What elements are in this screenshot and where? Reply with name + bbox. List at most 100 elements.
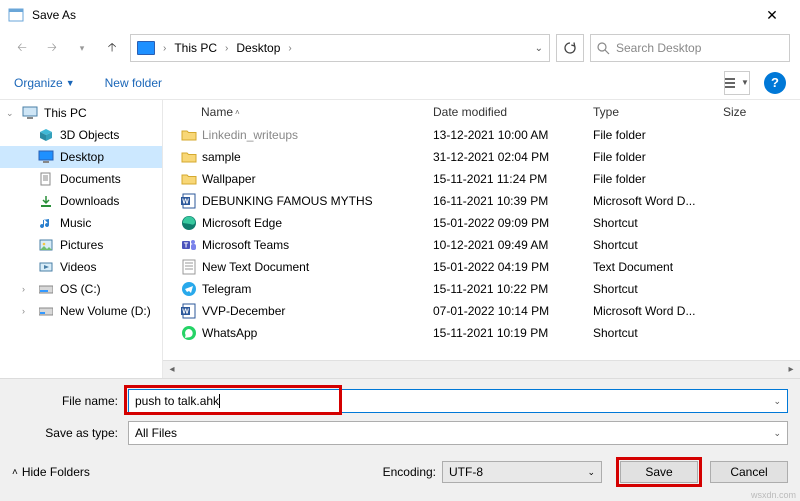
file-date: 15-01-2022 04:19 PM [433, 260, 593, 274]
column-header-size[interactable]: Size [723, 105, 773, 119]
bottom-panel: File name: push to talk.ahk ⌄ Save as ty… [0, 378, 800, 501]
nav-row: 🡠 🡢 ▾ 🡡 › This PC › Desktop › ⌄ Search D… [0, 30, 800, 66]
file-type: File folder [593, 150, 723, 164]
desktop-icon [38, 149, 54, 165]
table-row[interactable]: WhatsApp15-11-2021 10:19 PMShortcut [163, 322, 800, 344]
file-name: WhatsApp [202, 326, 257, 340]
scroll-right-arrow[interactable]: ▸ [782, 364, 800, 375]
file-name: Linkedin_writeups [202, 128, 298, 142]
file-type: Shortcut [593, 238, 723, 252]
file-name: DEBUNKING FAMOUS MYTHS [202, 194, 373, 208]
file-date: 15-11-2021 10:22 PM [433, 282, 593, 296]
address-dropdown[interactable]: ⌄ [535, 43, 543, 54]
column-header-name[interactable]: Name˄ [163, 105, 433, 119]
file-name: Microsoft Teams [202, 238, 289, 252]
sidebar-item-new-volume-d[interactable]: › New Volume (D:) [0, 300, 162, 322]
address-bar[interactable]: › This PC › Desktop › ⌄ [130, 34, 550, 62]
telegram-icon [181, 281, 197, 297]
sort-arrow-icon: ˄ [235, 108, 240, 117]
sidebar-item-label: Desktop [60, 150, 104, 164]
filename-value: push to talk.ahk [129, 394, 220, 408]
search-input[interactable]: Search Desktop [590, 34, 790, 62]
file-type: Shortcut [593, 216, 723, 230]
toolbar: Organize▼ New folder ▼ ? [0, 66, 800, 100]
app-icon [8, 7, 24, 23]
chevron-right-icon: › [221, 43, 232, 54]
sidebar-item-videos[interactable]: Videos [0, 256, 162, 278]
table-row[interactable]: WDEBUNKING FAMOUS MYTHS16-11-2021 10:39 … [163, 190, 800, 212]
downloads-icon [38, 193, 54, 209]
sidebar-item-label: Pictures [60, 238, 103, 252]
saveastype-label: Save as type: [12, 426, 128, 440]
help-button[interactable]: ? [764, 72, 786, 94]
file-list[interactable]: Linkedin_writeups13-12-2021 10:00 AMFile… [163, 124, 800, 360]
encoding-select[interactable]: UTF-8 ⌄ [442, 461, 602, 483]
cancel-button[interactable]: Cancel [710, 461, 788, 483]
dropdown-icon[interactable]: ⌄ [587, 467, 595, 478]
file-name: New Text Document [202, 260, 309, 274]
teams-icon: T [181, 237, 197, 253]
table-row[interactable]: Microsoft Edge15-01-2022 09:09 PMShortcu… [163, 212, 800, 234]
svg-text:W: W [182, 309, 189, 316]
saveastype-select[interactable]: All Files ⌄ [128, 421, 788, 445]
table-row[interactable]: Telegram15-11-2021 10:22 PMShortcut [163, 278, 800, 300]
folder-icon [181, 171, 197, 187]
dropdown-icon[interactable]: ⌄ [773, 428, 781, 439]
text-icon [181, 259, 197, 275]
sidebar: ⌄ This PC 3D Objects Desktop Documents D… [0, 100, 162, 378]
word-icon: W [181, 193, 197, 209]
folder-icon [181, 149, 197, 165]
forward-button[interactable]: 🡢 [40, 36, 64, 60]
file-date: 10-12-2021 09:49 AM [433, 238, 593, 252]
music-icon [38, 215, 54, 231]
dropdown-icon[interactable]: ⌄ [773, 396, 781, 407]
sidebar-item-documents[interactable]: Documents [0, 168, 162, 190]
new-folder-button[interactable]: New folder [105, 76, 162, 90]
table-row[interactable]: New Text Document 15-01-2022 04:19 PMText… [163, 256, 800, 278]
table-row[interactable]: T Microsoft Teams 10-12-2021 09:49 AMShort… [163, 234, 800, 256]
pc-icon [22, 105, 38, 121]
watermark: wsxdn.com [751, 490, 796, 500]
table-row[interactable]: sample31-12-2021 02:04 PMFile folder [163, 146, 800, 168]
sidebar-item-downloads[interactable]: Downloads [0, 190, 162, 212]
search-placeholder: Search Desktop [616, 41, 701, 55]
file-name: Wallpaper [202, 172, 256, 186]
svg-text:T: T [184, 243, 189, 250]
file-pane: Name˄ Date modified Type Size Linkedin_w… [162, 100, 800, 378]
scroll-left-arrow[interactable]: ◂ [163, 364, 181, 375]
file-type: Microsoft Word D... [593, 194, 723, 208]
sidebar-item-pictures[interactable]: Pictures [0, 234, 162, 256]
encoding-value: UTF-8 [449, 465, 483, 479]
save-button[interactable]: Save [620, 461, 698, 483]
history-dropdown[interactable]: ▾ [70, 36, 94, 60]
sidebar-item-this-pc[interactable]: ⌄ This PC [0, 102, 162, 124]
table-row[interactable]: Wallpaper15-11-2021 11:24 PMFile folder [163, 168, 800, 190]
close-button[interactable]: ✕ [752, 7, 792, 24]
filename-input[interactable]: push to talk.ahk ⌄ [128, 389, 788, 413]
search-icon [597, 42, 610, 55]
sidebar-item-desktop[interactable]: Desktop [0, 146, 162, 168]
folder-icon [181, 127, 197, 143]
sidebar-item-os-c[interactable]: › OS (C:) [0, 278, 162, 300]
back-button[interactable]: 🡠 [10, 36, 34, 60]
sidebar-item-label: Downloads [60, 194, 119, 208]
encoding-label: Encoding: [383, 465, 436, 479]
table-row[interactable]: Linkedin_writeups13-12-2021 10:00 AMFile… [163, 124, 800, 146]
sidebar-item-music[interactable]: Music [0, 212, 162, 234]
file-type: Text Document [593, 260, 723, 274]
organize-menu[interactable]: Organize▼ [14, 76, 75, 90]
hide-folders-button[interactable]: ˄ Hide Folders [12, 465, 90, 479]
saveastype-value: All Files [129, 426, 183, 440]
refresh-button[interactable] [556, 34, 584, 62]
file-date: 15-11-2021 11:24 PM [433, 172, 593, 186]
breadcrumb[interactable]: Desktop [236, 41, 280, 55]
breadcrumb[interactable]: This PC [174, 41, 217, 55]
horizontal-scrollbar[interactable]: ◂ ▸ [163, 360, 800, 378]
sidebar-item-label: This PC [44, 106, 87, 120]
column-header-type[interactable]: Type [593, 105, 723, 119]
view-options-button[interactable]: ▼ [724, 71, 750, 95]
column-header-date[interactable]: Date modified [433, 105, 593, 119]
table-row[interactable]: WVVP-December07-01-2022 10:14 PMMicrosof… [163, 300, 800, 322]
sidebar-item-3d-objects[interactable]: 3D Objects [0, 124, 162, 146]
up-button[interactable]: 🡡 [100, 36, 124, 60]
